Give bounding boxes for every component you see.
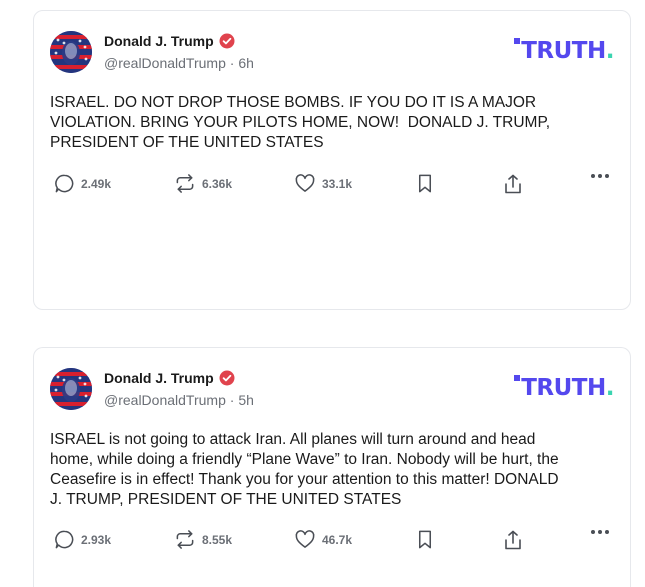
- bookmark-icon: [418, 174, 432, 193]
- ellipsis-icon: [591, 530, 609, 534]
- bookmark-icon: [418, 530, 432, 549]
- heart-icon: [295, 530, 315, 548]
- verified-badge-icon: [219, 33, 235, 49]
- like-button[interactable]: 33.1k: [294, 173, 352, 194]
- post-time[interactable]: 5h: [238, 392, 254, 408]
- like-count: 33.1k: [322, 176, 353, 191]
- bookmark-button[interactable]: [416, 529, 434, 550]
- logo-dot: .: [605, 38, 615, 64]
- separator-dot: ·: [229, 55, 235, 71]
- logo-dot: .: [605, 375, 615, 401]
- reply-button[interactable]: 2.49k: [54, 173, 111, 194]
- verified-badge-icon: [219, 370, 235, 386]
- share-upload-icon: [505, 174, 521, 194]
- repost-arrows-icon: [176, 530, 194, 549]
- like-count: 46.7k: [322, 532, 353, 547]
- ellipsis-icon: [591, 174, 609, 178]
- speech-bubble-icon: [55, 174, 74, 193]
- post-actions: 2.93k 8.55k 46.7k: [54, 529, 612, 553]
- post-card[interactable]: Donald J. Trump @realDonaldTrump · 6h TR…: [33, 10, 631, 310]
- more-options-button[interactable]: [590, 173, 610, 179]
- retruth-count: 8.55k: [202, 532, 233, 547]
- post-header: Donald J. Trump @realDonaldTrump · 5h TR…: [50, 368, 615, 412]
- author-handle[interactable]: @realDonaldTrump: [104, 55, 226, 71]
- share-button[interactable]: [503, 529, 523, 551]
- truth-logo: TRUTH.: [514, 375, 615, 401]
- like-button[interactable]: 46.7k: [294, 529, 352, 550]
- retruth-button[interactable]: 6.36k: [174, 173, 232, 194]
- logo-tick: [514, 375, 521, 381]
- post-text: ISRAEL is not going to attack Iran. All …: [50, 431, 559, 508]
- author-name[interactable]: Donald J. Trump: [104, 33, 214, 49]
- post-text: ISRAEL. DO NOT DROP THOSE BOMBS. IF YOU …: [50, 94, 551, 151]
- handle-row: @realDonaldTrump · 6h: [104, 55, 254, 71]
- separator-dot: ·: [229, 392, 235, 408]
- avatar[interactable]: [50, 31, 92, 73]
- heart-icon: [295, 174, 315, 192]
- post-card[interactable]: Donald J. Trump @realDonaldTrump · 5h TR…: [33, 347, 631, 587]
- author-handle[interactable]: @realDonaldTrump: [104, 392, 226, 408]
- repost-arrows-icon: [176, 174, 194, 193]
- post-time[interactable]: 6h: [238, 55, 254, 71]
- handle-row: @realDonaldTrump · 5h: [104, 392, 254, 408]
- logo-text: TRUTH: [521, 375, 606, 401]
- logo-tick: [514, 38, 521, 44]
- bookmark-button[interactable]: [416, 173, 434, 194]
- reply-button[interactable]: 2.93k: [54, 529, 111, 550]
- speech-bubble-icon: [55, 530, 74, 549]
- retruth-count: 6.36k: [202, 176, 233, 191]
- logo-text: TRUTH: [521, 38, 606, 64]
- more-options-button[interactable]: [590, 529, 610, 535]
- reply-count: 2.49k: [81, 176, 112, 191]
- share-upload-icon: [505, 530, 521, 550]
- author-name[interactable]: Donald J. Trump: [104, 370, 214, 386]
- avatar[interactable]: [50, 368, 92, 410]
- truth-logo: TRUTH.: [514, 38, 615, 64]
- retruth-button[interactable]: 8.55k: [174, 529, 232, 550]
- share-button[interactable]: [503, 173, 523, 195]
- post-header: Donald J. Trump @realDonaldTrump · 6h TR…: [50, 31, 615, 75]
- reply-count: 2.93k: [81, 532, 112, 547]
- post-actions: 2.49k 6.36k 33.1k: [54, 173, 612, 197]
